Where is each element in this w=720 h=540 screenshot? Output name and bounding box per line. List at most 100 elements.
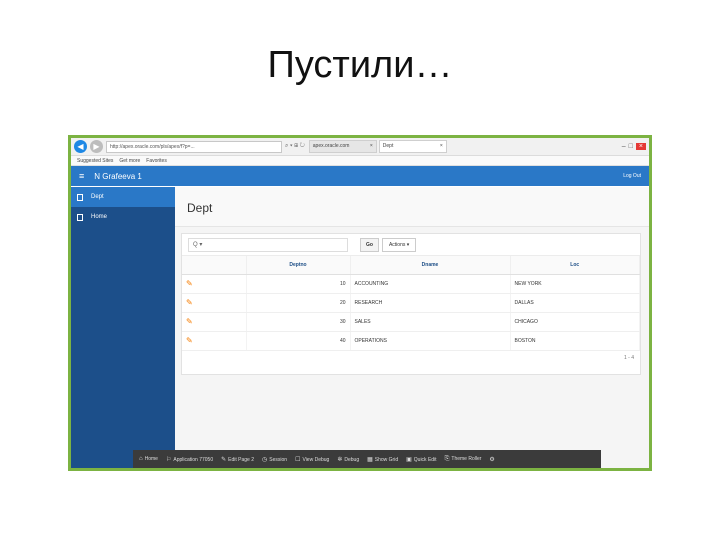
- dname-cell: ACCOUNTING: [350, 274, 511, 294]
- menu-icon[interactable]: ≡: [79, 171, 84, 181]
- main-content: Dept Q ▾ Go Actions ▾ Deptno Dname Loc ✎…: [175, 187, 649, 468]
- close-window-icon[interactable]: ×: [635, 143, 646, 150]
- favorites-bar: Suggested Sites Get more Favorites: [71, 156, 649, 166]
- home-icon: ⌂: [139, 456, 143, 462]
- dev-item-label: Home: [144, 456, 158, 462]
- back-icon[interactable]: ◀: [74, 140, 87, 153]
- pencil-icon[interactable]: ✎: [186, 298, 193, 307]
- loc-cell: CHICAGO: [510, 312, 640, 332]
- refresh-icon[interactable]: ⌕ ▾ ⊞ ↻: [285, 143, 305, 150]
- dname-cell: RESEARCH: [350, 293, 511, 313]
- dev-home-button[interactable]: ⌂ Home: [139, 456, 158, 462]
- sidebar-item-dept[interactable]: Dept: [71, 187, 175, 207]
- window-controls: –□ ×: [622, 143, 646, 150]
- favorite-item[interactable]: Get more: [119, 156, 140, 165]
- table-row: ✎ 30 SALES CHICAGO: [182, 312, 640, 332]
- page-icon: [77, 213, 83, 221]
- dev-session-button[interactable]: ◷ Session: [262, 456, 287, 463]
- deptno-cell: 30: [246, 312, 351, 332]
- dev-item-label: Debug: [344, 456, 360, 463]
- dname-cell: OPERATIONS: [350, 331, 511, 351]
- column-header-edit: [182, 256, 247, 275]
- session-icon: ◷: [262, 456, 268, 463]
- address-bar[interactable]: http://apex.oracle.com/pls/apex/f?p=...: [106, 140, 282, 153]
- slide-title: Пустили…: [267, 44, 453, 86]
- interactive-report: Q ▾ Go Actions ▾ Deptno Dname Loc ✎ 10 A…: [181, 233, 641, 375]
- dev-quick-edit-button[interactable]: ▣ Quick Edit: [406, 456, 436, 463]
- favorite-item[interactable]: Favorites: [146, 156, 167, 165]
- forward-icon[interactable]: ▶: [90, 140, 103, 153]
- column-header-deptno[interactable]: Deptno: [246, 256, 351, 275]
- deptno-cell: 20: [246, 293, 351, 313]
- dev-settings-button[interactable]: ⚙: [489, 456, 496, 463]
- screenshot-frame: ◀ ▶ http://apex.oracle.com/pls/apex/f?p=…: [68, 135, 652, 471]
- browser-tab-2[interactable]: Dept ×: [378, 140, 447, 153]
- quick-edit-icon: ▣: [406, 456, 412, 463]
- edit-cell: ✎: [182, 293, 247, 313]
- go-button[interactable]: Go: [360, 237, 379, 252]
- table-header-row: Deptno Dname Loc: [182, 256, 640, 275]
- table-row: ✎ 10 ACCOUNTING NEW YORK: [182, 274, 640, 294]
- tab-label: Dept: [382, 143, 394, 149]
- theme-icon: ⎘: [444, 455, 450, 462]
- loc-cell: NEW YORK: [510, 274, 640, 294]
- app-header: ≡ N Grafeeva 1 Log Out: [71, 166, 649, 186]
- table-row: ✎ 40 OPERATIONS BOSTON: [182, 331, 640, 351]
- dev-item-label: Show Grid: [374, 456, 399, 463]
- chart-icon: ⚐: [165, 456, 172, 463]
- sidebar-item-label: Dept: [91, 194, 104, 200]
- dev-debug-button[interactable]: ✲ Debug: [337, 456, 359, 463]
- debug-view-icon: ☐: [295, 456, 301, 463]
- logout-link[interactable]: Log Out: [623, 173, 641, 179]
- page-title: Dept: [187, 201, 213, 215]
- app-body: Dept Home Dept Q ▾ Go Actions ▾ Deptno D…: [71, 187, 649, 468]
- report-table: Deptno Dname Loc ✎ 10 ACCOUNTING NEW YOR…: [182, 256, 640, 351]
- close-icon[interactable]: ×: [440, 141, 443, 152]
- dev-item-label: Theme Roller: [451, 455, 482, 462]
- dev-show-grid-button[interactable]: ▦ Show Grid: [367, 456, 398, 463]
- settings-icon: ⚙: [489, 456, 495, 463]
- dev-item-label: Session: [269, 456, 288, 463]
- loc-cell: BOSTON: [510, 331, 640, 351]
- pagination[interactable]: 1 - 4: [182, 351, 640, 365]
- pencil-icon[interactable]: ✎: [186, 336, 193, 345]
- dname-cell: SALES: [350, 312, 511, 332]
- deptno-cell: 40: [246, 331, 351, 351]
- maximize-icon[interactable]: □: [629, 143, 636, 150]
- favorite-item[interactable]: Suggested Sites: [77, 156, 113, 165]
- dev-item-label: Application 77050: [173, 456, 214, 463]
- browser-toolbar: ◀ ▶ http://apex.oracle.com/pls/apex/f?p=…: [71, 138, 649, 156]
- sidebar: Dept Home: [71, 187, 175, 468]
- actions-button[interactable]: Actions ▾: [381, 237, 417, 252]
- pencil-icon[interactable]: ✎: [186, 279, 193, 288]
- page-icon: [77, 193, 83, 201]
- dev-theme-roller-button[interactable]: ⎘ Theme Roller: [445, 456, 482, 463]
- close-icon[interactable]: ×: [370, 141, 373, 152]
- edit-cell: ✎: [182, 274, 247, 294]
- dev-view-debug-button[interactable]: ☐ View Debug: [295, 456, 329, 463]
- dev-application-button[interactable]: ⚐ Application 77050: [166, 456, 213, 463]
- edit-cell: ✎: [182, 331, 247, 351]
- search-input[interactable]: Q ▾: [188, 237, 348, 252]
- deptno-cell: 10: [246, 274, 351, 294]
- browser-window: ◀ ▶ http://apex.oracle.com/pls/apex/f?p=…: [71, 138, 649, 468]
- report-toolbar: Q ▾ Go Actions ▾: [182, 234, 640, 256]
- browser-tab-1[interactable]: apex.oracle.com ×: [308, 140, 377, 153]
- edit-icon: ✎: [221, 456, 227, 463]
- column-header-dname[interactable]: Dname: [350, 256, 511, 275]
- sidebar-item-label: Home: [91, 214, 108, 220]
- pencil-icon[interactable]: ✎: [186, 317, 193, 326]
- sidebar-item-home[interactable]: Home: [71, 207, 175, 227]
- grid-icon: ▦: [367, 456, 373, 463]
- dev-item-label: Quick Edit: [413, 456, 437, 463]
- bug-icon: ✲: [337, 456, 343, 463]
- dev-item-label: Edit Page 2: [228, 456, 255, 463]
- page-header: Dept: [175, 187, 649, 227]
- app-title[interactable]: N Grafeeva 1: [94, 172, 142, 181]
- minimize-icon[interactable]: –: [622, 143, 629, 150]
- column-header-loc[interactable]: Loc: [510, 256, 640, 275]
- dev-edit-page-button[interactable]: ✎ Edit Page 2: [221, 456, 254, 463]
- edit-cell: ✎: [182, 312, 247, 332]
- loc-cell: DALLAS: [510, 293, 640, 313]
- dev-item-label: View Debug: [302, 456, 330, 463]
